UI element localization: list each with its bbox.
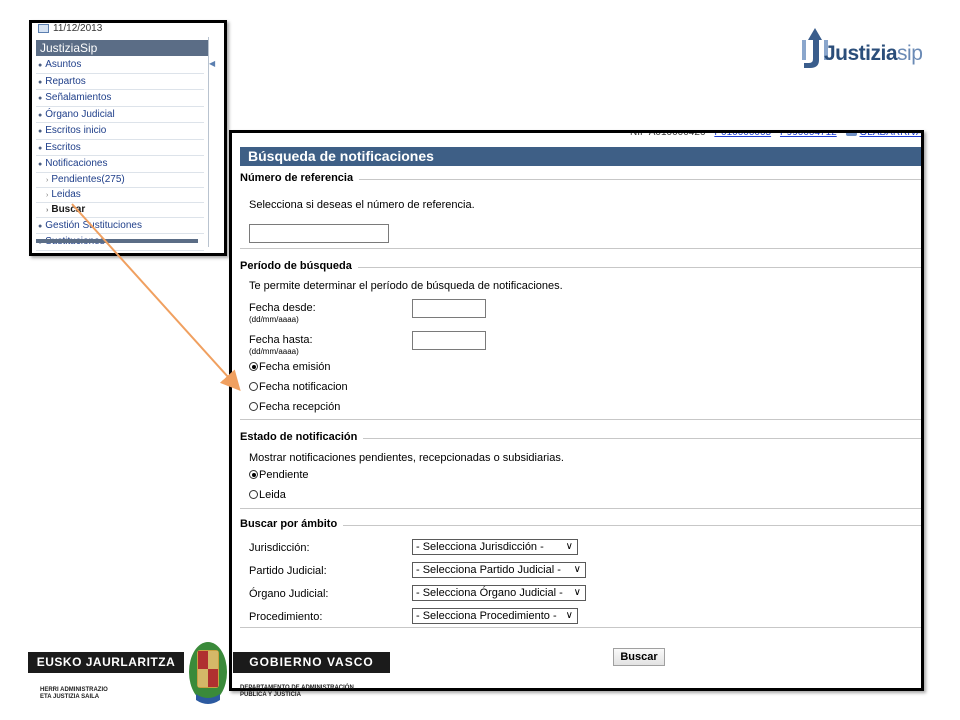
organo-judicial-label: Órgano Judicial:	[249, 588, 329, 600]
fecha-desde-input[interactable]	[412, 299, 486, 318]
sidebar-item-gestion-sustituciones[interactable]: ● Gestión Sustituciones	[36, 218, 204, 234]
fecha-desde-format-hint: (dd/mm/aaaa)	[249, 315, 299, 324]
section-estado-legend: Estado de notificación	[240, 431, 364, 443]
referencia-description: Selecciona si deseas el número de refere…	[249, 199, 475, 211]
radio-leida[interactable]: Leida	[249, 489, 286, 501]
main-panel: NIP A010000426 - P010000005 - P990004712…	[229, 130, 924, 691]
sidebar-panel: 11/12/2013 JustiziaSip ◀ ● Asuntos ● Repar…	[29, 20, 227, 256]
bullet-icon: ●	[38, 161, 43, 168]
calendar-icon	[38, 23, 49, 33]
procedimiento-select[interactable]: - Selecciona Procedimiento - ∨	[412, 608, 578, 624]
chevron-down-icon: ∨	[565, 541, 573, 552]
user-icon	[845, 133, 857, 137]
periodo-description: Te permite determinar el período de búsq…	[249, 280, 563, 292]
sidebar-item-notificaciones[interactable]: ● Notificaciones	[36, 156, 204, 173]
chevron-down-icon: ∨	[573, 564, 581, 575]
sidebar-item-escritos-inicio[interactable]: ● Escritos inicio	[36, 123, 204, 140]
referencia-input[interactable]	[249, 224, 389, 243]
estado-description: Mostrar notificaciones pendientes, recep…	[249, 452, 564, 464]
section-ambito-legend: Buscar por ámbito	[240, 518, 344, 530]
brand-name: Justiziasip	[824, 42, 923, 65]
fecha-hasta-format-hint: (dd/mm/aaaa)	[249, 347, 299, 356]
section-divider	[240, 627, 921, 628]
footer-right-sub-1: DEPARTAMENTO DE ADMINISTRACIÓN	[240, 685, 354, 691]
sidebar-date: 11/12/2013	[38, 23, 102, 34]
bullet-icon: ●	[38, 62, 43, 69]
sub-bullet-icon: ›	[46, 206, 49, 214]
radio-button[interactable]	[249, 382, 258, 391]
section-periodo-legend: Período de búsqueda	[240, 260, 358, 272]
p010000005-link[interactable]: P010000005	[714, 133, 771, 138]
radio-pendiente[interactable]: Pendiente	[249, 469, 309, 481]
bullet-icon: ●	[38, 144, 43, 152]
organo-judicial-select[interactable]: - Selecciona Órgano Judicial - ∨	[412, 585, 586, 601]
fecha-desde-label: Fecha desde:	[249, 302, 316, 314]
sidebar-subitem-pendientes[interactable]: › Pendientes(275)	[36, 173, 204, 188]
gobierno-vasco-logo: EUSKO JAURLARITZA GOBIERNO VASCO HERRI A…	[28, 640, 390, 715]
sidebar-subitem-leidas[interactable]: › Leidas	[36, 188, 204, 203]
coat-of-arms-icon	[189, 642, 227, 704]
section-divider	[240, 508, 921, 509]
procedimiento-label: Procedimiento:	[249, 611, 323, 623]
footer-right-sub-2: PÚBLICA Y JUSTICIA	[240, 692, 301, 698]
bullet-icon: ●	[38, 222, 43, 230]
fecha-hasta-label: Fecha hasta:	[249, 334, 313, 346]
section-divider	[240, 419, 921, 420]
footer-left-sub-2: ETA JUSTIZIA SAILA	[40, 694, 100, 700]
section-divider	[240, 248, 921, 249]
bullet-icon: ●	[38, 95, 43, 102]
collapse-arrow-icon[interactable]: ◀	[209, 59, 215, 68]
bullet-icon: ●	[38, 128, 43, 135]
sidebar-item-asuntos[interactable]: ● Asuntos	[36, 57, 204, 74]
sidebar-item-organo-judicial[interactable]: ● Órgano Judicial	[36, 107, 204, 123]
justiziasip-logo: Justiziasip	[798, 24, 943, 74]
eusko-jaurlaritza-bar: EUSKO JAURLARITZA	[28, 652, 184, 673]
sidebar-menu: ● Asuntos ● Repartos ● Señalamientos ● Órgan…	[36, 57, 204, 251]
footer-left-sub-1: HERRI ADMINISTRAZIO	[40, 687, 108, 693]
sub-bullet-icon: ›	[46, 191, 49, 199]
sidebar-title: JustiziaSip	[36, 40, 208, 56]
radio-button[interactable]	[249, 490, 258, 499]
sidebar-subitem-buscar[interactable]: › Buscar	[36, 203, 204, 218]
p990004712-link[interactable]: P990004712	[780, 133, 837, 138]
partido-judicial-select[interactable]: - Selecciona Partido Judicial - ∨	[412, 562, 586, 578]
buscar-button[interactable]: Buscar	[613, 648, 665, 666]
sidebar-footer-bar	[36, 239, 198, 243]
sidebar-item-escritos[interactable]: ● Escritos	[36, 140, 204, 156]
radio-button[interactable]	[249, 402, 258, 411]
partido-judicial-label: Partido Judicial:	[249, 565, 327, 577]
jurisdiccion-select[interactable]: - Selecciona Jurisdicción - ∨	[412, 539, 578, 555]
chevron-down-icon: ∨	[573, 587, 581, 598]
bullet-icon: ●	[38, 78, 43, 86]
radio-fecha-notificacion[interactable]: Fecha notificacion	[249, 381, 348, 393]
sidebar-item-repartos[interactable]: ● Repartos	[36, 74, 204, 90]
radio-button-checked[interactable]	[249, 362, 258, 371]
jurisdiccion-label: Jurisdicción:	[249, 542, 310, 554]
radio-fecha-recepcion[interactable]: Fecha recepción	[249, 401, 340, 413]
fecha-hasta-input[interactable]	[412, 331, 486, 350]
user-info: NIP A010000426 - P010000005 - P990004712…	[630, 133, 922, 138]
sidebar-item-senalamientos[interactable]: ● Señalamientos	[36, 90, 204, 107]
radio-fecha-emision[interactable]: Fecha emisión	[249, 361, 331, 373]
user-link[interactable]: OLABARRIVARG	[860, 133, 922, 138]
section-referencia-legend: Número de referencia	[240, 172, 360, 184]
radio-button-checked[interactable]	[249, 470, 258, 479]
sub-bullet-icon: ›	[46, 176, 49, 184]
gobierno-vasco-bar: GOBIERNO VASCO	[233, 652, 390, 673]
sidebar-divider	[208, 37, 209, 247]
bullet-icon: ●	[38, 111, 43, 119]
page-title: Búsqueda de notificaciones	[240, 147, 921, 166]
chevron-down-icon: ∨	[565, 610, 573, 621]
